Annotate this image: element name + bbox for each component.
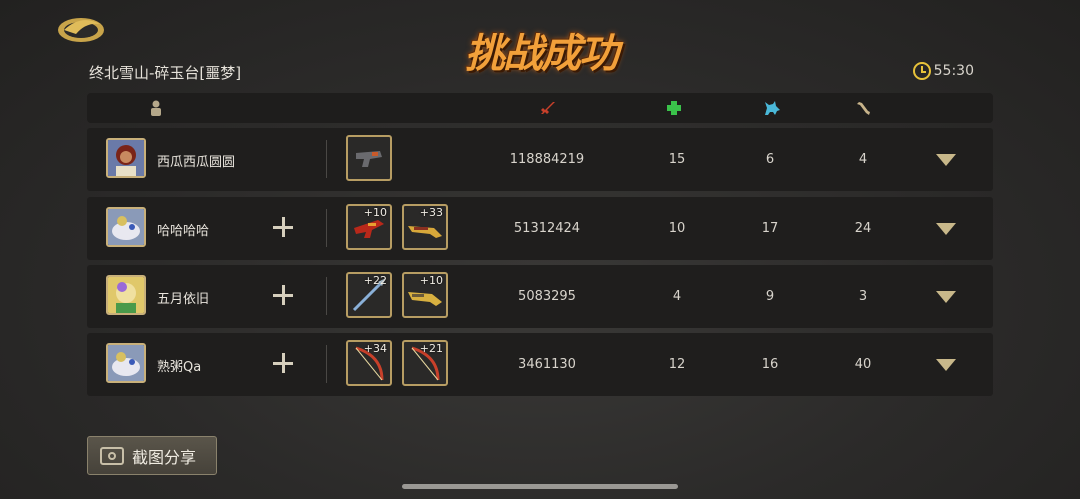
equip-slot[interactable]: +34 — [346, 340, 392, 386]
clear-timer: 55:30 — [912, 62, 974, 80]
damage-value: 5083295 — [518, 289, 576, 304]
heal-value: 15 — [668, 152, 686, 167]
equip-slot[interactable] — [346, 135, 392, 181]
player-avatar — [106, 275, 146, 315]
tank-value: 9 — [765, 289, 775, 304]
heal-value: 10 — [668, 221, 686, 236]
game-logo — [56, 12, 106, 44]
bone-value: 4 — [858, 152, 868, 167]
divider — [326, 277, 327, 315]
player-avatar — [106, 138, 146, 178]
player-row-2: 哈哈哈哈 +10 +33 51312424 10 17 24 — [87, 197, 993, 260]
add-friend-button[interactable] — [273, 353, 293, 373]
heal-value: 4 — [672, 289, 682, 304]
equip-level: +33 — [419, 206, 443, 219]
equip-level: +34 — [363, 342, 387, 355]
expand-arrow-icon[interactable] — [936, 291, 956, 303]
player-name: 熟粥Qa — [157, 360, 202, 375]
expand-arrow-icon[interactable] — [936, 223, 956, 235]
bone-value: 3 — [858, 289, 868, 304]
home-indicator[interactable] — [402, 484, 678, 489]
clock-icon — [912, 62, 931, 80]
player-icon — [147, 99, 165, 117]
bone-value: 40 — [854, 357, 872, 372]
equip-slot[interactable]: +10 — [402, 272, 448, 318]
gun-icon — [356, 151, 382, 167]
equip-level: +10 — [419, 274, 443, 287]
equip-slot[interactable]: +10 — [346, 204, 392, 250]
player-row-4: 熟粥Qa +34 +21 3461130 12 16 40 — [87, 333, 993, 396]
screenshot-share-button[interactable]: 截图分享 — [87, 436, 217, 475]
victory-title: 挑战成功 — [465, 30, 619, 77]
add-friend-button[interactable] — [273, 217, 293, 237]
heal-icon — [665, 99, 683, 117]
stage-name: 终北雪山-碎玉台[噩梦] — [89, 64, 242, 82]
bone-icon — [855, 99, 873, 117]
damage-value: 51312424 — [513, 221, 581, 236]
equip-slot[interactable]: +22 — [346, 272, 392, 318]
add-friend-button[interactable] — [273, 285, 293, 305]
player-name: 五月依旧 — [157, 292, 210, 307]
divider — [326, 209, 327, 247]
player-avatar — [106, 207, 146, 247]
equip-level: +22 — [363, 274, 387, 287]
equip-slot[interactable]: +21 — [402, 340, 448, 386]
tank-value: 6 — [765, 152, 775, 167]
damage-value: 118884219 — [509, 152, 585, 167]
expand-arrow-icon[interactable] — [936, 359, 956, 371]
bone-value: 24 — [854, 221, 872, 236]
player-avatar — [106, 343, 146, 383]
wolf-icon — [763, 99, 781, 117]
damage-value: 3461130 — [518, 357, 576, 372]
share-label: 截图分享 — [132, 447, 197, 467]
timer-value: 55:30 — [933, 63, 974, 79]
divider — [326, 345, 327, 383]
player-name: 西瓜西瓜圆圆 — [157, 155, 236, 170]
heal-value: 12 — [668, 357, 686, 372]
player-name: 哈哈哈哈 — [157, 224, 210, 239]
tank-value: 17 — [761, 221, 779, 236]
equip-level: +21 — [419, 342, 443, 355]
stats-header — [87, 93, 993, 123]
equip-slot[interactable]: +33 — [402, 204, 448, 250]
player-row-1: 西瓜西瓜圆圆 118884219 15 6 4 — [87, 128, 993, 191]
camera-icon — [100, 446, 124, 465]
expand-arrow-icon[interactable] — [936, 154, 956, 166]
equip-level: +10 — [363, 206, 387, 219]
tank-value: 16 — [761, 357, 779, 372]
player-row-3: 五月依旧 +22 +10 5083295 4 9 3 — [87, 265, 993, 328]
damage-icon — [538, 99, 556, 117]
divider — [326, 140, 327, 178]
